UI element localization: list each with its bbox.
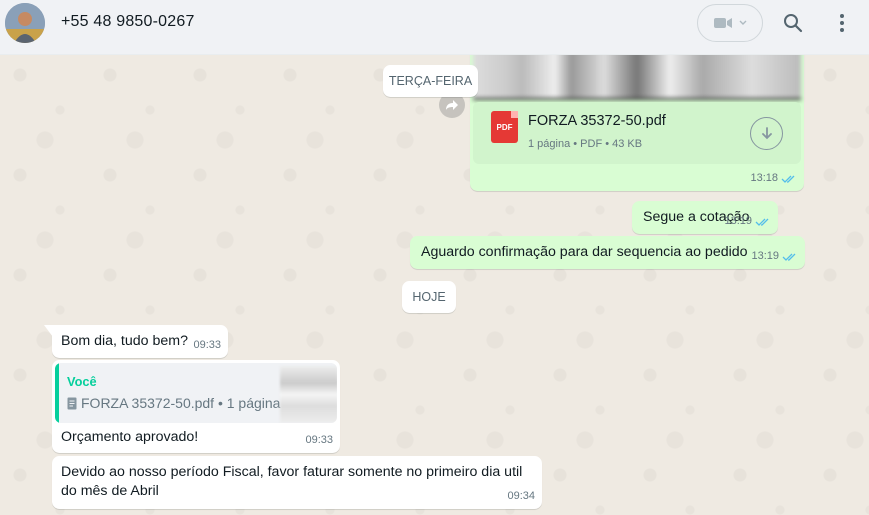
bubble-tail-icon (44, 325, 53, 337)
quote-accent-bar (55, 363, 59, 423)
message-text: Bom dia, tudo bem? (61, 333, 188, 349)
quote-document-label: FORZA 35372-50.pdf • 1 página (81, 395, 281, 411)
avatar-image (5, 3, 45, 43)
message-time: 13:19 (724, 215, 752, 227)
message-meta: 09:34 (507, 487, 535, 506)
message-time: 09:33 (193, 339, 221, 351)
date-separator-today: HOJE (402, 281, 456, 313)
quote-thumbnail (280, 366, 337, 423)
message-list[interactable]: PDF FORZA 35372-50.pdf 1 página • PDF • … (0, 55, 869, 515)
message-orcamento-aprovado[interactable]: Você FORZA 35372-50.pdf • 1 página Orçam… (52, 360, 340, 453)
date-separator-tuesday: TERÇA-FEIRA (383, 65, 478, 97)
date-separator-label: TERÇA-FEIRA (388, 74, 473, 88)
chevron-down-icon (739, 20, 747, 25)
menu-button[interactable] (832, 10, 852, 36)
message-aguardo-confirmacao[interactable]: Aguardo confirmação para dar sequencia a… (410, 236, 805, 269)
video-call-button[interactable] (697, 4, 763, 42)
search-button[interactable] (780, 10, 806, 36)
document-icon (67, 397, 77, 410)
chat-header: +55 48 9850-0267 (0, 0, 869, 55)
quote-document: FORZA 35372-50.pdf • 1 página (67, 394, 280, 413)
message-periodo-fiscal[interactable]: Devido ao nosso período Fiscal, favor fa… (52, 456, 542, 509)
message-meta: 13:19 (724, 212, 771, 231)
date-separator-label: HOJE (412, 290, 446, 304)
document-file-name: FORZA 35372-50.pdf (528, 113, 666, 129)
message-text: Aguardo confirmação para dar sequencia a… (421, 244, 748, 260)
document-card[interactable]: PDF FORZA 35372-50.pdf 1 página • PDF • … (473, 102, 801, 164)
search-icon (784, 14, 803, 33)
video-camera-icon (714, 18, 732, 28)
message-meta: 13:19 (751, 247, 798, 266)
kebab-menu-icon (840, 14, 844, 32)
double-check-icon (781, 175, 795, 183)
document-preview-image[interactable] (473, 55, 801, 100)
message-time: 09:33 (305, 434, 333, 446)
forward-icon (446, 100, 458, 110)
message-text: Orçamento aprovado! (61, 429, 199, 445)
message-meta: 09:33 (193, 336, 221, 355)
double-check-icon (782, 253, 796, 261)
download-icon (761, 126, 772, 139)
download-button[interactable] (750, 117, 783, 150)
document-file-info: 1 página • PDF • 43 KB (528, 138, 643, 150)
message-bom-dia[interactable]: Bom dia, tudo bem? 09:33 (44, 325, 228, 358)
message-text: Devido ao nosso período Fiscal, favor fa… (61, 464, 523, 499)
quoted-message[interactable]: Você FORZA 35372-50.pdf • 1 página (55, 363, 337, 423)
contact-avatar[interactable] (5, 3, 45, 43)
message-time: 13:18 (750, 172, 778, 184)
document-message[interactable]: PDF FORZA 35372-50.pdf 1 página • PDF • … (470, 55, 804, 191)
message-time: 13:19 (751, 250, 779, 262)
message-segue-cotacao[interactable]: Segue a cotação 13:19 (632, 201, 778, 234)
double-check-icon (755, 218, 769, 226)
pdf-file-icon: PDF (491, 111, 518, 143)
quote-author: Você (67, 374, 97, 389)
pdf-icon-label: PDF (496, 122, 513, 132)
message-time: 09:34 (507, 490, 535, 502)
message-meta: 13:18 (750, 169, 797, 188)
contact-name[interactable]: +55 48 9850-0267 (61, 13, 195, 31)
message-meta: 09:33 (305, 431, 333, 450)
